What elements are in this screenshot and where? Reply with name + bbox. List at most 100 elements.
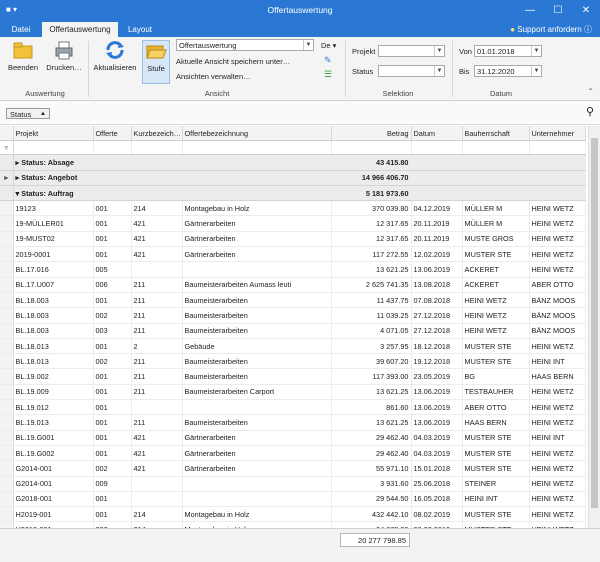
table-row[interactable]: BL.19.009 001 211 Baumeisterarbeiten Carpor… xyxy=(0,384,586,401)
cell-offertebezeichnung: Baumeisterarbeiten Aumass leuti xyxy=(182,277,332,293)
col-header-kurzbezeichnung[interactable]: Kurzbezeich… xyxy=(131,126,183,142)
von-value: 01.01.2018 xyxy=(477,47,515,56)
row-indicator xyxy=(0,246,14,263)
table-row[interactable]: 19123 001 214 Montagebau in Holz 370 039.80 0… xyxy=(0,200,586,217)
table-row[interactable]: BL.17.016 005 13 621.25 13.06.2019 ACKERET HE… xyxy=(0,261,586,278)
col-header-offerte[interactable]: Offerte xyxy=(93,126,132,142)
col-header-projekt[interactable]: Projekt xyxy=(13,126,94,142)
filter-cell[interactable] xyxy=(462,140,530,156)
cell-unternehmer: HEINI WETZ xyxy=(529,384,586,401)
cell-kurzbezeichnung: 421 xyxy=(131,460,183,477)
table-row[interactable]: H2019-001 001 214 Montagebau in Holz 432 442… xyxy=(0,506,586,523)
status-select[interactable]: ▼ xyxy=(378,65,445,77)
beenden-button[interactable]: Beenden xyxy=(4,40,42,72)
table-row[interactable]: BL.18.003 003 211 Baumeisterarbeiten 4 071.0… xyxy=(0,323,586,339)
col-header-unternehmer[interactable]: Unternehmer xyxy=(529,126,586,142)
tab-datei[interactable]: Datei xyxy=(6,22,36,37)
chevron-down-icon[interactable]: ▼ xyxy=(434,46,444,56)
cell-offertebezeichnung: Gebäude xyxy=(182,338,332,355)
projekt-select[interactable]: ▼ xyxy=(378,45,445,57)
stufe-button[interactable]: Stufe xyxy=(142,40,170,84)
cell-offertebezeichnung: Gärtnerarbeiten xyxy=(182,430,332,446)
col-header-bauherrschaft[interactable]: Bauherrschaft xyxy=(462,126,530,142)
collapse-arrow-icon[interactable]: ▾ xyxy=(16,189,20,198)
col-header-offertebezeichnung[interactable]: Offertebezeichnung xyxy=(182,126,332,142)
cell-datum: 13.06.2019 xyxy=(411,399,463,416)
vertical-scrollbar[interactable] xyxy=(588,126,600,528)
minimize-button[interactable]: — xyxy=(516,0,544,22)
cell-unternehmer: HAAS BERN xyxy=(529,368,586,385)
filter-cell[interactable] xyxy=(182,140,332,156)
cell-bauherrschaft: MUSTER STE xyxy=(462,246,530,263)
bis-date-field[interactable]: 31.12.2020 ▼ xyxy=(474,65,542,77)
expand-arrow-icon[interactable]: ▸ xyxy=(16,158,20,167)
group-row[interactable]: ▸ Status: Absage 43 415.80 xyxy=(0,154,586,171)
list-settings-icon[interactable]: ☰ xyxy=(324,69,332,80)
cell-betrag: 55 971.10 xyxy=(331,460,412,477)
close-button[interactable]: ✕ xyxy=(572,0,600,22)
table-row[interactable]: G2014-001 009 3 931.60 25.06.2018 STEINER HEI… xyxy=(0,476,586,492)
filter-cell[interactable] xyxy=(131,140,183,156)
group-label-selektion: Selektion xyxy=(382,89,414,98)
support-button[interactable]: ● Support anfordern ⓘ xyxy=(510,22,592,37)
expand-arrow-icon[interactable]: ▸ xyxy=(16,173,20,182)
cell-bauherrschaft: MUSTER STE xyxy=(462,338,530,355)
tab-layout[interactable]: Layout xyxy=(122,22,158,37)
cell-kurzbezeichnung: 211 xyxy=(131,277,183,293)
cell-betrag: 11 039.25 xyxy=(331,307,412,324)
aktualisieren-button[interactable]: Aktualisieren xyxy=(92,40,138,72)
von-date-field[interactable]: 01.01.2018 ▼ xyxy=(474,45,542,57)
col-header-datum[interactable]: Datum xyxy=(411,126,463,142)
cell-projekt: BL.18.013 xyxy=(13,353,94,370)
table-row[interactable]: 19-MÜLLER01 001 421 Gärtnerarbeiten 12 317.6… xyxy=(0,215,586,232)
chevron-down-icon[interactable]: ▼ xyxy=(303,40,313,50)
table-row[interactable]: 19-MUST02 001 421 Gärtnerarbeiten 12 317.65 2… xyxy=(0,231,586,248)
group-row[interactable]: ▾ Status: Auftrag 5 181 973.60 xyxy=(0,185,586,202)
chevron-down-icon[interactable]: ▼ xyxy=(531,46,541,56)
drucken-button[interactable]: Drucken… xyxy=(44,40,84,72)
table-row[interactable]: BL.19.G001 001 421 Gärtnerarbeiten 29 462.40… xyxy=(0,430,586,446)
table-row[interactable]: BL.19.002 001 211 Baumeisterarbeiten 117 393… xyxy=(0,368,586,385)
row-indicator xyxy=(0,261,14,278)
filter-cell[interactable] xyxy=(93,140,132,156)
help-icon[interactable]: ⓘ xyxy=(584,25,592,34)
filter-cell[interactable] xyxy=(529,140,586,156)
scrollbar-thumb[interactable] xyxy=(591,138,598,508)
table-row[interactable]: BL.19.G002 001 421 Gärtnerarbeiten 29 462.40… xyxy=(0,445,586,462)
row-indicator xyxy=(0,414,14,431)
table-row[interactable]: G2018-001 001 29 544.50 16.05.2018 HEINI INT… xyxy=(0,491,586,508)
manage-views-button[interactable]: Ansichten verwalten… xyxy=(176,72,251,81)
save-view-button[interactable]: Aktuelle Ansicht speichern unter… xyxy=(176,57,290,66)
collapse-ribbon-icon[interactable]: ⌃ xyxy=(587,87,594,96)
refresh-icon xyxy=(104,40,126,60)
table-row[interactable]: BL.18.013 001 2 Gebäude 3 257.95 18.12.2018 MU… xyxy=(0,338,586,355)
table-row[interactable]: BL.19.013 001 211 Baumeisterarbeiten 13 621.… xyxy=(0,414,586,431)
cell-betrag: 29 462.40 xyxy=(331,430,412,446)
cell-datum: 04.03.2019 xyxy=(411,430,463,446)
table-row[interactable]: G2014-001 002 421 Gärtnerarbeiten 55 971.10 1… xyxy=(0,460,586,477)
search-icon[interactable]: ⚲ xyxy=(586,105,594,118)
language-dropdown[interactable]: De ▾ xyxy=(321,41,336,50)
filter-cell[interactable] xyxy=(13,140,94,156)
group-chip-status[interactable]: Status ▲ xyxy=(6,108,50,119)
chevron-down-icon[interactable]: ▼ xyxy=(531,66,541,76)
filter-cell[interactable] xyxy=(331,140,412,156)
cell-kurzbezeichnung: 2 xyxy=(131,338,183,355)
tab-offertauswertung[interactable]: Offertauswertung xyxy=(42,22,118,37)
table-row[interactable]: BL.18.003 001 211 Baumeisterarbeiten 11 437.… xyxy=(0,292,586,309)
cell-offertebezeichnung xyxy=(182,491,332,508)
chevron-down-icon[interactable]: ▼ xyxy=(434,66,444,76)
view-select[interactable]: Offertauswertung ▼ xyxy=(176,39,314,51)
filter-cell[interactable] xyxy=(411,140,463,156)
col-header-betrag[interactable]: Betrag xyxy=(331,126,412,142)
table-row[interactable]: BL.18.003 002 211 Baumeisterarbeiten 11 039.… xyxy=(0,307,586,324)
cell-kurzbezeichnung: 211 xyxy=(131,292,183,309)
table-row[interactable]: 2019-0001 001 421 Gärtnerarbeiten 117 272.55… xyxy=(0,246,586,263)
table-row[interactable]: BL.19.012 001 861.60 13.06.2019 ABER OTTO HEI… xyxy=(0,399,586,416)
maximize-button[interactable]: ☐ xyxy=(544,0,572,22)
cell-offerte: 001 xyxy=(93,506,132,523)
wrench-icon[interactable]: ✎ xyxy=(324,55,332,66)
table-row[interactable]: BL.18.013 002 211 Baumeisterarbeiten 39 607.… xyxy=(0,353,586,370)
table-row[interactable]: BL.17.U007 006 211 Baumeisterarbeiten Aumas… xyxy=(0,277,586,293)
group-row[interactable]: ▸ ▸ Status: Angebot 14 966 406.70 xyxy=(0,170,586,186)
